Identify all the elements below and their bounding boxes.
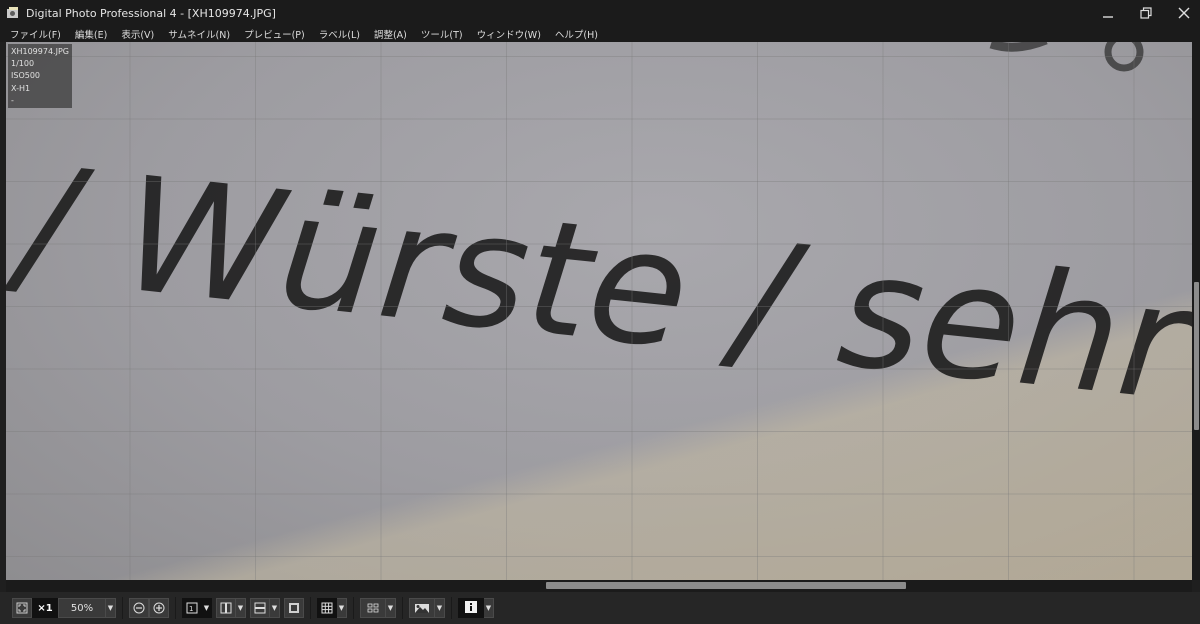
- bottom-toolbar: ×1 50% ▼ 1 ▼ ▼ ▼ ▼ ▼ ▼ ▼: [0, 592, 1200, 624]
- fit-screen-icon: [16, 599, 28, 618]
- photo-text: / Würste / sehr: [6, 131, 1192, 438]
- info-button[interactable]: [458, 598, 484, 618]
- window-title: Digital Photo Professional 4 - [XH109974…: [26, 6, 276, 20]
- restore-icon[interactable]: [1138, 5, 1154, 21]
- af-point-dropdown[interactable]: ▼: [386, 598, 396, 618]
- chevron-down-icon: ▼: [107, 604, 114, 612]
- chevron-down-icon: ▼: [237, 604, 244, 612]
- info-extra: -: [11, 95, 14, 105]
- thumbnail-layout-icon: [288, 599, 300, 618]
- menu-thumbnail[interactable]: サムネイル(N): [168, 27, 230, 41]
- info-shutter: 1/100: [11, 59, 35, 69]
- toolbar-divider: [451, 597, 452, 619]
- zoom-in-button[interactable]: [149, 598, 169, 618]
- toolbar-divider: [353, 597, 354, 619]
- chevron-down-icon: ▼: [485, 604, 492, 612]
- compare-horizontal-button[interactable]: [250, 598, 270, 618]
- zoom-value: 50%: [70, 602, 94, 614]
- zoom-1x-label: ×1: [37, 602, 53, 614]
- zoom-1x-button[interactable]: ×1: [32, 598, 58, 618]
- info-dropdown[interactable]: ▼: [484, 598, 494, 618]
- compare-horizontal-icon: [254, 599, 266, 618]
- compare-vertical-dropdown[interactable]: ▼: [236, 598, 246, 618]
- grid-dropdown[interactable]: ▼: [337, 598, 347, 618]
- zoom-select[interactable]: 50%: [58, 598, 106, 618]
- single-view-button[interactable]: 1: [182, 598, 202, 618]
- info-icon: [464, 599, 478, 618]
- menu-view[interactable]: 表示(V): [121, 27, 154, 41]
- highlight-warning-button[interactable]: [409, 598, 435, 618]
- vertical-scroll-thumb[interactable]: [1194, 282, 1199, 430]
- vertical-scrollbar[interactable]: [1192, 42, 1200, 580]
- thumbnail-layout-button[interactable]: [284, 598, 304, 618]
- zoom-out-button[interactable]: [129, 598, 149, 618]
- menu-file[interactable]: ファイル(F): [10, 27, 61, 41]
- minimize-icon[interactable]: [1100, 5, 1116, 21]
- highlight-warning-dropdown[interactable]: ▼: [435, 598, 445, 618]
- menu-bar: ファイル(F) 編集(E) 表示(V) サムネイル(N) プレビュー(P) ラベ…: [0, 26, 1200, 42]
- single-view-dropdown[interactable]: ▼: [202, 598, 212, 618]
- single-view-icon: 1: [186, 599, 198, 618]
- af-point-button[interactable]: [360, 598, 386, 618]
- photo-content: / Würste / sehr: [6, 42, 1192, 438]
- menu-preview[interactable]: プレビュー(P): [244, 27, 305, 41]
- image-viewer[interactable]: / Würste / sehr XH109974.JPG 1/100 ISO50…: [6, 42, 1192, 580]
- chevron-down-icon: ▼: [338, 604, 345, 612]
- svg-text:1: 1: [189, 605, 193, 613]
- chevron-down-icon: ▼: [436, 604, 443, 612]
- chevron-down-icon: ▼: [271, 604, 278, 612]
- zoom-dropdown[interactable]: ▼: [106, 598, 116, 618]
- menu-help[interactable]: ヘルプ(H): [555, 27, 598, 41]
- menu-tools[interactable]: ツール(T): [421, 27, 463, 41]
- menu-label[interactable]: ラベル(L): [319, 27, 360, 41]
- toolbar-divider: [175, 597, 176, 619]
- menu-window[interactable]: ウィンドウ(W): [477, 27, 541, 41]
- app-icon: [6, 6, 20, 20]
- compare-vertical-icon: [220, 599, 232, 618]
- grid-icon: [321, 599, 333, 618]
- grid-overlay: [6, 42, 1192, 580]
- info-iso: ISO500: [11, 71, 41, 81]
- info-camera: X-H1: [11, 83, 31, 93]
- compare-horizontal-dropdown[interactable]: ▼: [270, 598, 280, 618]
- title-bar: Digital Photo Professional 4 - [XH109974…: [0, 0, 1200, 26]
- chevron-down-icon: ▼: [203, 604, 210, 612]
- horizontal-scroll-thumb[interactable]: [546, 582, 906, 589]
- toolbar-divider: [310, 597, 311, 619]
- toolbar-divider: [402, 597, 403, 619]
- fit-screen-button[interactable]: [12, 598, 32, 618]
- chevron-down-icon: ▼: [387, 604, 394, 612]
- grid-button[interactable]: [317, 598, 337, 618]
- menu-edit[interactable]: 編集(E): [75, 27, 107, 41]
- menu-adjust[interactable]: 調整(A): [374, 27, 407, 41]
- horizontal-scrollbar[interactable]: [6, 580, 1192, 592]
- info-filename: XH109974.JPG: [11, 47, 69, 56]
- toolbar-divider: [122, 597, 123, 619]
- close-icon[interactable]: [1176, 5, 1192, 21]
- image-info-box: XH109974.JPG 1/100 ISO500 X-H1 -: [8, 44, 72, 108]
- af-point-icon: [366, 599, 380, 618]
- zoom-out-icon: [133, 599, 145, 618]
- highlight-warning-icon: [414, 599, 430, 618]
- compare-vertical-button[interactable]: [216, 598, 236, 618]
- zoom-in-icon: [153, 599, 165, 618]
